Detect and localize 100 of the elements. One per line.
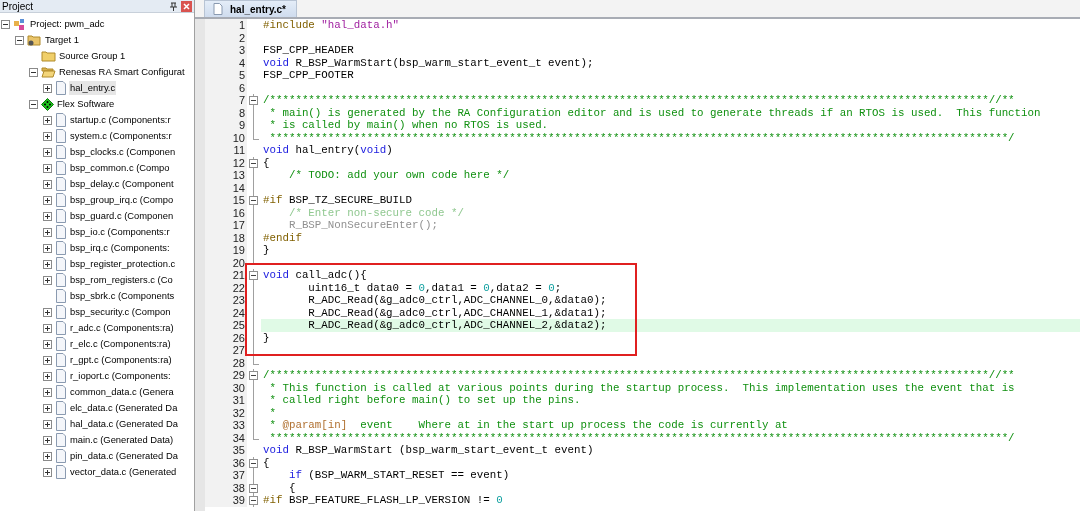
code-line: FSP_CPP_FOOTER <box>262 69 355 82</box>
expand-toggle[interactable] <box>43 307 52 317</box>
expand-toggle[interactable] <box>43 435 52 445</box>
code-line: void hal_entry(void) <box>262 144 394 157</box>
expand-toggle[interactable] <box>43 355 52 365</box>
expand-toggle[interactable] <box>43 83 52 93</box>
file-icon <box>55 289 67 303</box>
expand-toggle[interactable] <box>43 243 52 253</box>
expand-toggle[interactable] <box>43 179 52 189</box>
code-line: #include "hal_data.h" <box>262 19 401 32</box>
tree-item[interactable]: bsp_sbrk.c (Components <box>69 289 176 303</box>
expand-toggle[interactable] <box>43 227 52 237</box>
tree-item[interactable]: bsp_irq.c (Components: <box>69 241 171 255</box>
tree-item[interactable]: hal_data.c (Generated Da <box>69 417 179 431</box>
tree-item[interactable]: r_adc.c (Components:ra) <box>69 321 175 335</box>
expand-toggle[interactable] <box>43 195 52 205</box>
line-number: 21 <box>205 269 247 282</box>
expand-toggle[interactable] <box>43 115 52 125</box>
code-line: * @param[in] event Where at in the start up process the code is currently at <box>268 419 789 432</box>
tree-item[interactable]: common_data.c (Genera <box>69 385 175 399</box>
code-line: void R_BSP_WarmStart(bsp_warm_start_event_t event); <box>262 56 595 69</box>
code-line: #endif <box>262 231 303 244</box>
file-icon <box>55 433 67 447</box>
file-tab[interactable]: hal_entry.c* <box>204 0 297 17</box>
line-number: 15 <box>205 194 247 207</box>
tree-item[interactable]: Flex Software <box>56 97 116 111</box>
tree-item[interactable]: r_ioport.c (Components: <box>69 369 172 383</box>
tree-item[interactable]: bsp_io.c (Components:r <box>69 225 171 239</box>
tree-item[interactable]: system.c (Components:r <box>69 129 173 143</box>
line-number: 7 <box>205 94 247 107</box>
code-line: #if BSP_FEATURE_FLASH_LP_VERSION != 0 <box>262 494 504 507</box>
fold-toggle[interactable] <box>249 96 258 105</box>
collapse-toggle[interactable] <box>29 99 38 109</box>
file-icon <box>55 465 67 479</box>
tree-item[interactable]: r_elc.c (Components:ra) <box>69 337 172 351</box>
file-icon <box>55 273 67 287</box>
tree-item[interactable]: elc_data.c (Generated Da <box>69 401 179 415</box>
tree-item[interactable]: Source Group 1 <box>58 49 127 63</box>
fold-toggle[interactable] <box>249 196 258 205</box>
pin-icon[interactable] <box>170 1 177 11</box>
expand-toggle[interactable] <box>43 419 52 429</box>
expand-toggle[interactable] <box>43 467 52 477</box>
tree-item[interactable]: hal_entry.c <box>69 81 117 95</box>
file-icon <box>55 177 67 191</box>
expand-toggle[interactable] <box>43 163 52 173</box>
file-icon <box>55 401 67 415</box>
code-line: FSP_CPP_HEADER <box>262 44 355 57</box>
close-button[interactable] <box>181 0 192 12</box>
file-icon <box>55 113 67 127</box>
expand-toggle[interactable] <box>43 131 52 141</box>
collapse-toggle[interactable] <box>15 35 24 45</box>
file-icon <box>55 305 67 319</box>
panel-title: Project <box>2 0 35 12</box>
tree-item[interactable]: pin_data.c (Generated Da <box>69 449 179 463</box>
fold-toggle[interactable] <box>249 458 258 468</box>
file-icon <box>55 209 67 223</box>
code-line: * <box>268 406 277 419</box>
file-icon <box>55 417 67 431</box>
tree-item[interactable]: Renesas RA Smart Configurat <box>58 65 186 79</box>
tree-item[interactable]: bsp_security.c (Compon <box>69 305 172 319</box>
fold-toggle[interactable] <box>249 496 258 505</box>
line-number: 3 <box>205 44 247 57</box>
expand-toggle[interactable] <box>43 275 52 285</box>
tree-item[interactable]: bsp_clocks.c (Componen <box>69 145 177 159</box>
open-folder-icon <box>41 66 56 78</box>
expand-toggle[interactable] <box>43 147 52 157</box>
tree-item[interactable]: bsp_register_protection.c <box>69 257 177 271</box>
tree-item[interactable]: bsp_rom_registers.c (Co <box>69 273 174 287</box>
expand-toggle[interactable] <box>43 211 52 221</box>
expand-toggle[interactable] <box>43 339 52 349</box>
tree-item[interactable]: vector_data.c (Generated <box>69 465 178 479</box>
line-number: 17 <box>205 219 247 232</box>
tree-item[interactable]: bsp_common.c (Compo <box>69 161 171 175</box>
expand-toggle[interactable] <box>43 387 52 397</box>
collapse-toggle[interactable] <box>1 19 10 29</box>
file-icon <box>55 337 67 351</box>
code-line: uint16_t data0 = 0,data1 = 0,data2 = 0; <box>307 281 563 294</box>
file-icon <box>55 241 67 255</box>
expand-toggle[interactable] <box>43 451 52 461</box>
fold-toggle[interactable] <box>249 158 258 168</box>
collapse-toggle[interactable] <box>29 67 38 77</box>
fold-toggle[interactable] <box>249 371 258 380</box>
expand-toggle[interactable] <box>43 371 52 381</box>
expand-toggle[interactable] <box>43 323 52 333</box>
tree-item[interactable]: bsp_delay.c (Component <box>69 177 175 191</box>
expand-toggle[interactable] <box>43 403 52 413</box>
expand-toggle[interactable] <box>43 259 52 269</box>
tree-item[interactable]: startup.c (Components:r <box>69 113 172 127</box>
tree-item[interactable]: Target 1 <box>44 33 80 47</box>
fold-toggle[interactable] <box>249 483 258 493</box>
fold-toggle[interactable] <box>249 271 258 280</box>
code-line: R_ADC_Read(&g_adc0_ctrl,ADC_CHANNEL_1,&data1); <box>307 306 608 319</box>
tree-item[interactable]: main.c (Generated Data) <box>69 433 175 447</box>
tree-item[interactable]: Project: pwm_adc <box>29 17 106 31</box>
tree-item[interactable]: bsp_guard.c (Componen <box>69 209 175 223</box>
tree-item[interactable]: r_gpt.c (Components:ra) <box>69 353 173 367</box>
line-number: 13 <box>205 169 247 182</box>
line-number: 35 <box>205 444 247 457</box>
code-line: ******************************************************************************************************************/ <box>268 431 1016 444</box>
tree-item[interactable]: bsp_group_irq.c (Compo <box>69 193 175 207</box>
